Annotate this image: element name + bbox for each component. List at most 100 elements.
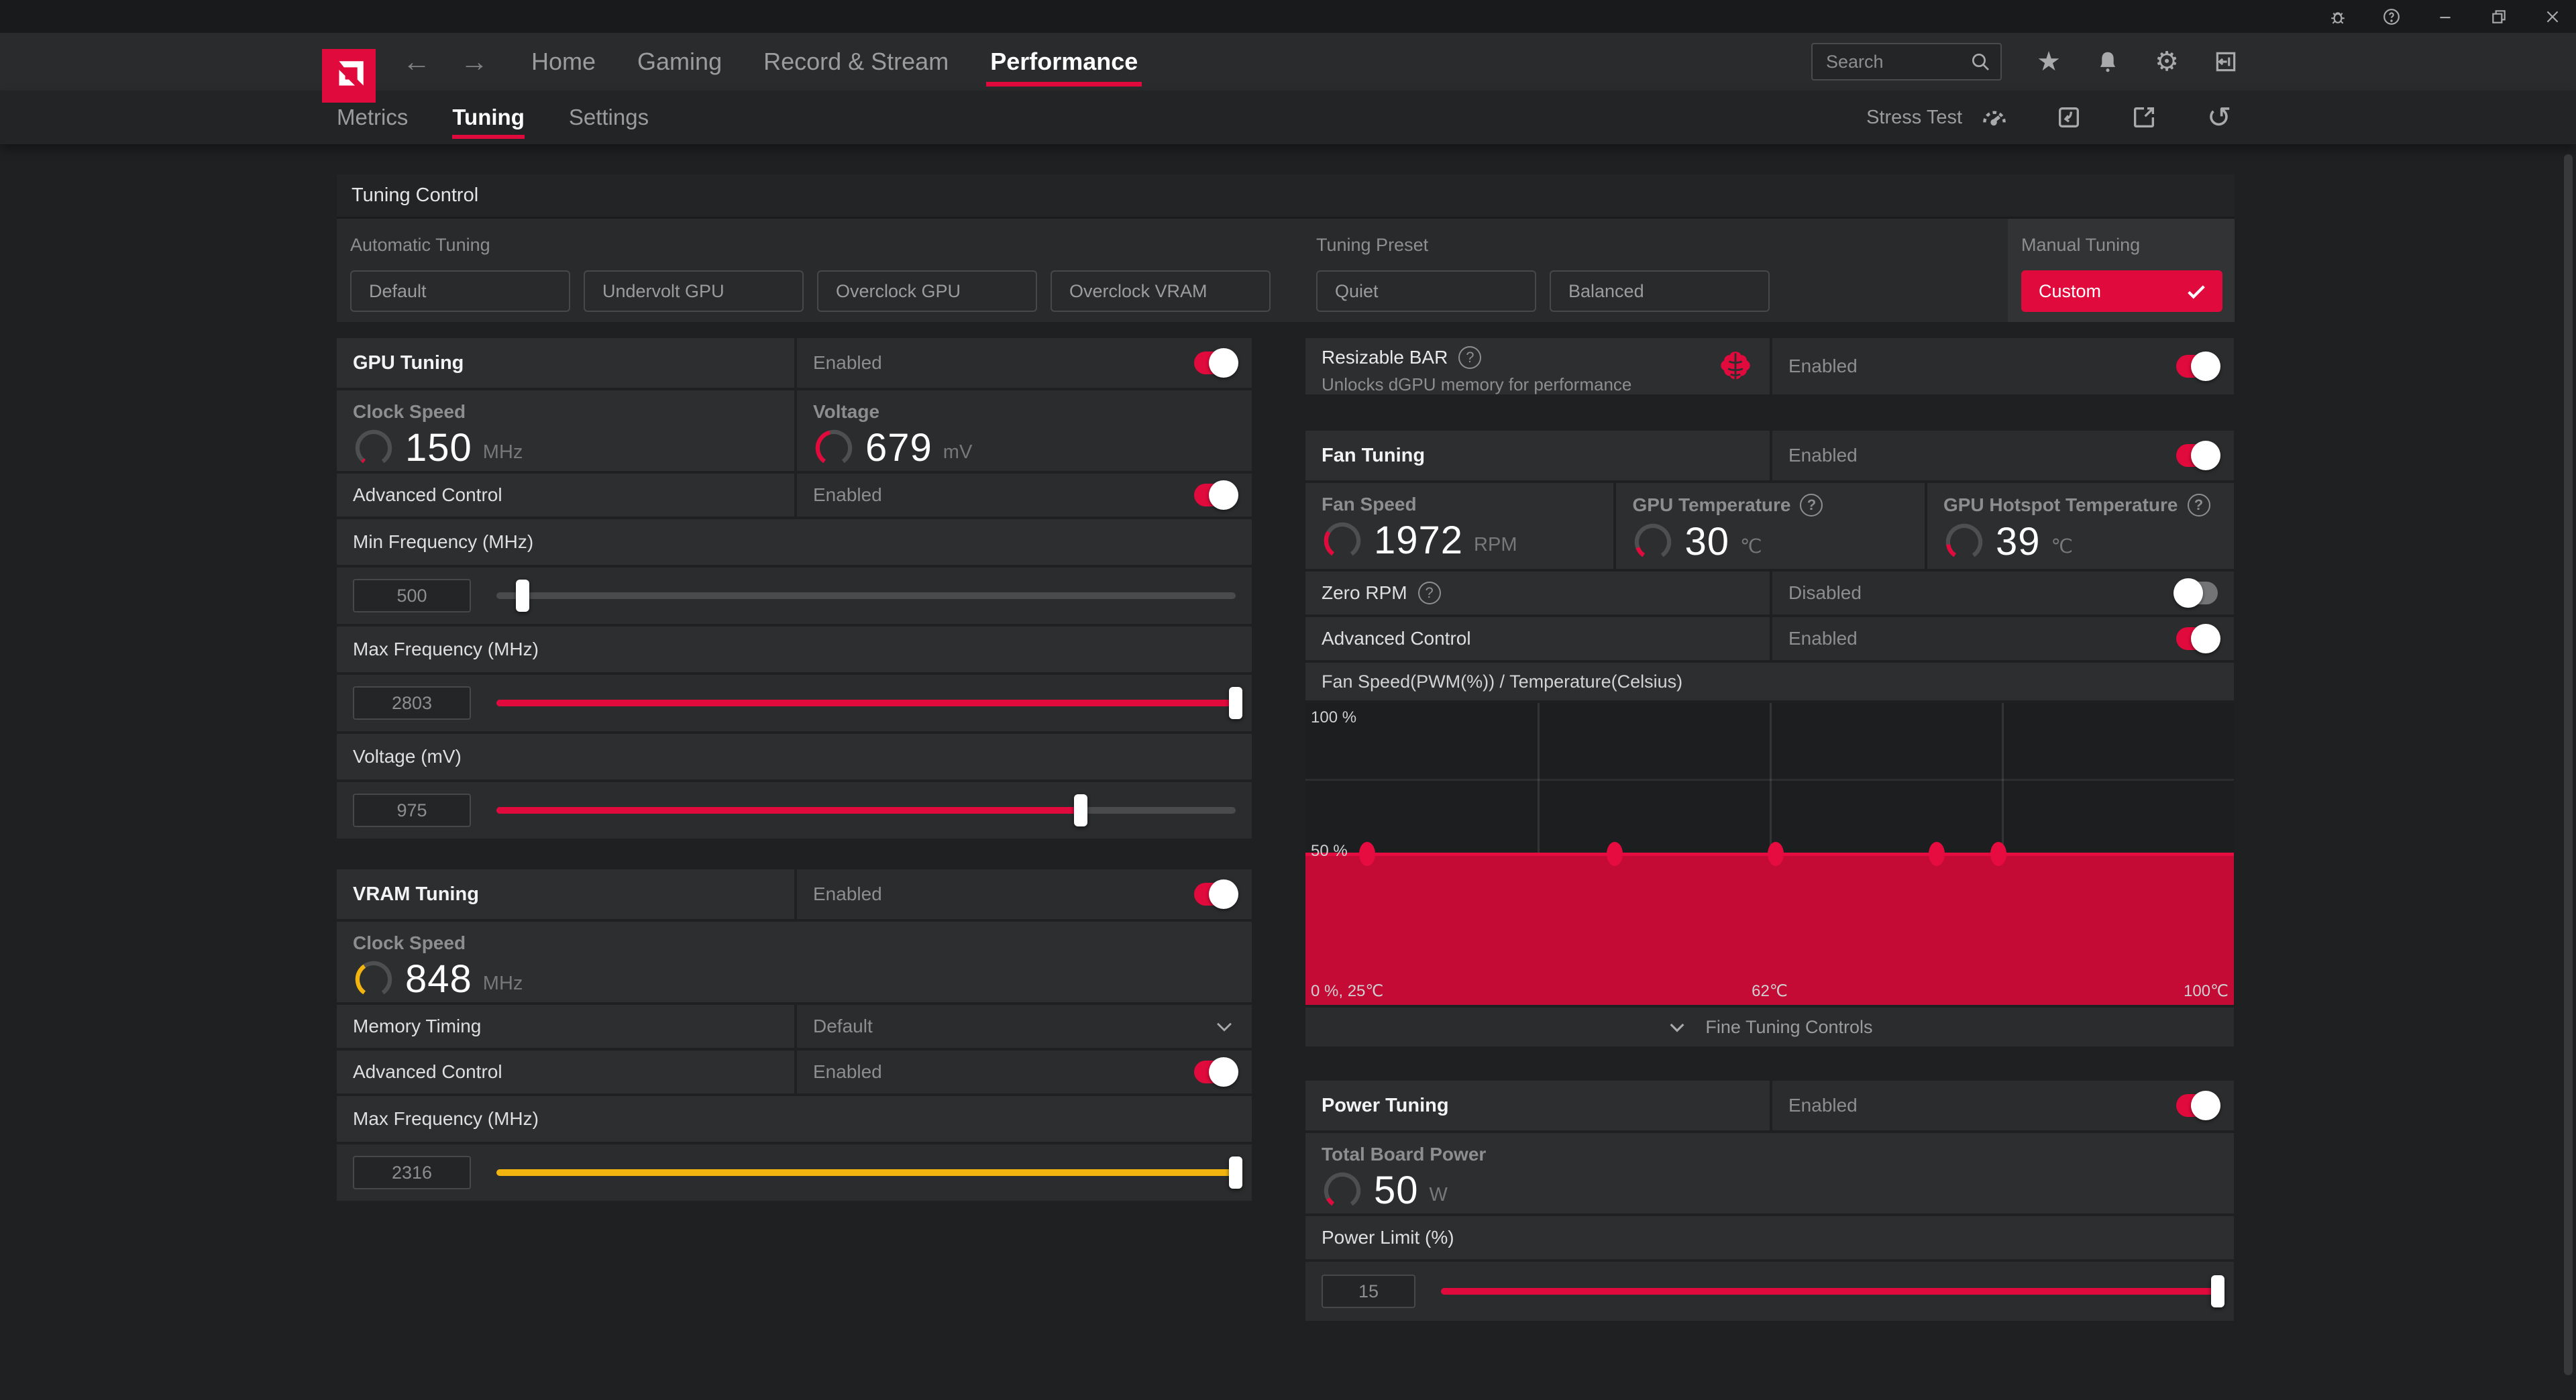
back-arrow-icon[interactable]: ← (402, 33, 431, 91)
gpu-temp-label: GPU Temperature (1632, 494, 1790, 516)
gpu-max-freq-track[interactable] (496, 700, 1236, 706)
fan-speed-unit: RPM (1474, 534, 1517, 556)
forward-arrow-icon[interactable]: → (460, 33, 488, 91)
custom-button-label: Custom (2039, 281, 2101, 302)
gpu-temp-value: 30 (1684, 519, 1729, 564)
memory-timing-dropdown[interactable]: Default (797, 1005, 1252, 1048)
power-limit-handle[interactable] (2211, 1275, 2224, 1307)
tuning-control-panel: Tuning Control Automatic Tuning Default … (337, 174, 2235, 322)
power-tuning-status: Enabled (1788, 1095, 1858, 1116)
fan-curve-title: Fan Speed(PWM(%)) / Temperature(Celsius) (1322, 671, 1682, 692)
stress-test-button[interactable]: Stress Test (1866, 103, 2009, 132)
smart-access-memory-brain-icon (1716, 347, 1755, 386)
preset-quiet-button[interactable]: Quiet (1316, 270, 1536, 312)
gpu-min-freq-track[interactable] (496, 592, 1236, 599)
gpu-voltage-mv-label: Voltage (mV) (353, 746, 462, 767)
zero-rpm-help-icon[interactable]: ? (1418, 582, 1441, 604)
fan-advanced-toggle[interactable] (2176, 627, 2218, 650)
rebar-toggle[interactable] (2176, 355, 2218, 378)
performance-subtabs: Metrics Tuning Settings Stress Test ↺ (0, 91, 2576, 144)
auto-default-button[interactable]: Default (350, 270, 570, 312)
settings-gear-icon[interactable]: ⚙ (2152, 47, 2182, 76)
subtab-settings[interactable]: Settings (569, 91, 649, 144)
fan-curve-point[interactable] (1768, 842, 1784, 866)
gpu-voltage-value: 679 (865, 425, 932, 470)
tab-performance[interactable]: Performance (990, 33, 1138, 91)
help-icon[interactable] (2380, 5, 2403, 28)
tuning-preset-label: Tuning Preset (1316, 235, 1770, 256)
nav-history: ← → (402, 33, 488, 91)
fan-tuning-panel: Fan Tuning Enabled Fan Speed 1972 (1305, 431, 2234, 1046)
tbp-gauge (1322, 1170, 1363, 1211)
fan-curve-point[interactable] (1929, 842, 1945, 866)
power-limit-input[interactable] (1322, 1275, 1415, 1308)
auto-overclock-vram-button[interactable]: Overclock VRAM (1051, 270, 1271, 312)
bug-report-icon[interactable] (2326, 5, 2349, 28)
vram-max-freq-track[interactable] (496, 1169, 1236, 1176)
gpu-temp-help-icon[interactable]: ? (1800, 494, 1823, 517)
rebar-help-icon[interactable]: ? (1458, 346, 1481, 369)
search-box[interactable] (1811, 43, 2002, 80)
amd-logo[interactable] (322, 49, 376, 103)
fan-curve-point[interactable] (1990, 842, 2006, 866)
vram-max-freq-slider (353, 1156, 1236, 1189)
preset-balanced-button[interactable]: Balanced (1550, 270, 1770, 312)
favorites-star-icon[interactable]: ★ (2034, 47, 2063, 76)
gpu-tuning-toggle[interactable] (1194, 352, 1236, 374)
vram-max-freq-handle[interactable] (1229, 1156, 1242, 1189)
zero-rpm-toggle[interactable] (2176, 582, 2218, 604)
auto-overclock-gpu-button[interactable]: Overclock GPU (817, 270, 1037, 312)
gpu-advanced-toggle[interactable] (1194, 484, 1236, 506)
gpu-voltage-input[interactable] (353, 794, 471, 827)
vram-tuning-toggle[interactable] (1194, 883, 1236, 906)
subtab-tuning[interactable]: Tuning (452, 91, 525, 144)
gpu-max-freq-input[interactable] (353, 686, 471, 720)
restore-icon[interactable] (2487, 5, 2510, 28)
export-profile-icon[interactable] (2129, 102, 2159, 133)
power-tuning-title: Power Tuning (1322, 1095, 1449, 1117)
import-profile-icon[interactable] (2053, 102, 2084, 133)
fine-tuning-controls-expander[interactable]: Fine Tuning Controls (1305, 1008, 2234, 1046)
tab-record-stream[interactable]: Record & Stream (763, 33, 949, 91)
gpu-min-freq-input[interactable] (353, 579, 471, 612)
power-limit-slider (1322, 1275, 2218, 1308)
vertical-scrollbar[interactable] (2564, 154, 2573, 1375)
notifications-bell-icon[interactable] (2093, 47, 2123, 76)
auto-undervolt-gpu-button[interactable]: Undervolt GPU (584, 270, 804, 312)
tbp-value: 50 (1374, 1168, 1419, 1213)
fan-tuning-status: Enabled (1788, 445, 1858, 466)
search-input[interactable] (1826, 52, 1970, 72)
y-axis-100-label: 100 % (1311, 708, 1356, 727)
vram-tuning-status: Enabled (813, 883, 882, 905)
fan-curve-point[interactable] (1359, 842, 1375, 866)
power-limit-track[interactable] (1441, 1288, 2218, 1295)
vram-tuning-panel: VRAM Tuning Enabled Clock Speed 848 (337, 869, 1252, 1201)
gpu-min-freq-handle[interactable] (516, 580, 529, 612)
gpu-max-freq-handle[interactable] (1229, 687, 1242, 719)
fan-tuning-toggle[interactable] (2176, 444, 2218, 467)
vram-advanced-status: Enabled (813, 1061, 882, 1083)
gpu-voltage-track[interactable] (496, 807, 1236, 814)
manual-custom-button[interactable]: Custom (2021, 270, 2222, 312)
main-navbar: ← → Home Gaming Record & Stream Performa… (0, 33, 2576, 91)
tab-gaming[interactable]: Gaming (637, 33, 722, 91)
resizable-bar-panel: Resizable BAR ? Unlocks dGPU memory for … (1305, 338, 2234, 394)
hotspot-help-icon[interactable]: ? (2188, 494, 2210, 517)
power-tuning-toggle[interactable] (2176, 1094, 2218, 1117)
chevron-down-icon (1213, 1015, 1236, 1038)
fan-curve-point[interactable] (1607, 842, 1623, 866)
reset-defaults-icon[interactable]: ↺ (2204, 102, 2235, 133)
tab-home[interactable]: Home (531, 33, 596, 91)
zero-rpm-label: Zero RPM (1322, 582, 1407, 604)
tbp-unit: W (1430, 1184, 1448, 1206)
close-icon[interactable] (2541, 5, 2564, 28)
gpu-voltage-handle[interactable] (1074, 794, 1087, 826)
collapse-panel-icon[interactable] (2211, 47, 2241, 76)
vram-max-freq-input[interactable] (353, 1156, 471, 1189)
gpu-advanced-label: Advanced Control (353, 484, 502, 506)
vram-advanced-toggle[interactable] (1194, 1061, 1236, 1083)
gpu-tuning-status: Enabled (813, 352, 882, 374)
gpu-advanced-status: Enabled (813, 484, 882, 506)
manual-tuning-label: Manual Tuning (2021, 235, 2222, 256)
minimize-icon[interactable] (2434, 5, 2457, 28)
